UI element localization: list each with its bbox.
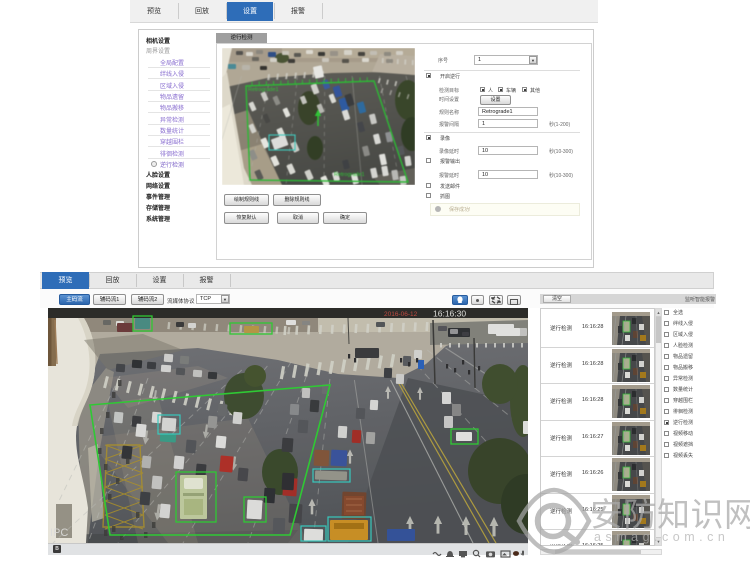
- svg-text:16:16:30: 16:16:30: [433, 309, 466, 319]
- svg-text:IPC: IPC: [50, 527, 68, 539]
- svg-text:2016-06-12: 2016-06-12: [384, 311, 418, 318]
- svg-text:Retrograde1: Retrograde1: [334, 172, 365, 178]
- svg-text:Retrograde1: Retrograde1: [248, 87, 279, 93]
